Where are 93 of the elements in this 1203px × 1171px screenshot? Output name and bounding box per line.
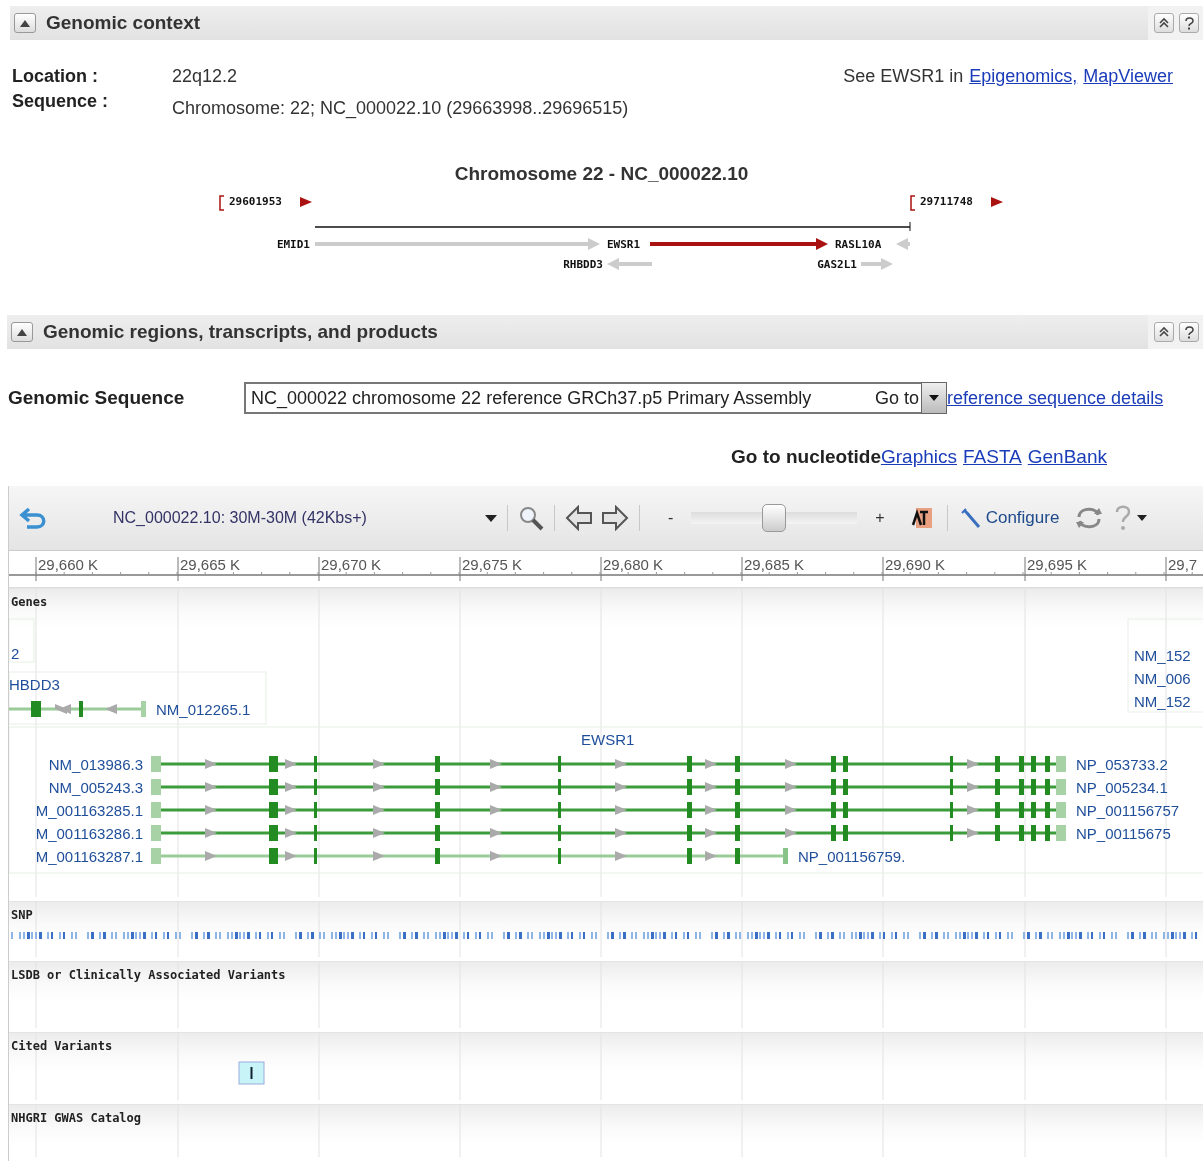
field-label: Sequence : bbox=[12, 91, 110, 112]
transcript-model[interactable] bbox=[151, 779, 1066, 795]
ruler-label: 29,7 bbox=[1168, 556, 1198, 573]
zoom-in-button[interactable]: + bbox=[875, 509, 885, 527]
field-label: Go to nucleotide bbox=[731, 446, 881, 468]
help-button[interactable] bbox=[1179, 322, 1199, 342]
double-chevron-icon bbox=[1158, 17, 1170, 29]
track-title: SNP bbox=[11, 908, 33, 922]
transcript-label[interactable]: M_001163285.1 bbox=[35, 802, 143, 819]
track-title: NHGRI GWAS Catalog bbox=[11, 1111, 142, 1125]
variant-marker-icon[interactable] bbox=[238, 1061, 265, 1085]
transcript-label[interactable]: NM_152 bbox=[1134, 693, 1191, 710]
gene-label[interactable]: HBDD3 bbox=[9, 676, 60, 693]
sequence-select[interactable]: NC_000022 chromosome 22 reference GRCh37.p5 Primary Assembly Go to bbox=[244, 382, 947, 414]
link[interactable]: GenBank bbox=[1027, 446, 1107, 468]
track-title: Genes bbox=[11, 595, 48, 609]
collapse-all-button[interactable] bbox=[1154, 13, 1174, 33]
caret-icon[interactable] bbox=[485, 514, 497, 522]
ruler-label: 29,675 K bbox=[462, 556, 523, 573]
ruler-label: 29,660 K bbox=[38, 556, 99, 573]
ruler-label: 29,665 K bbox=[180, 556, 241, 573]
transcript-model[interactable] bbox=[151, 756, 1066, 772]
field-value: 22q12.2 bbox=[172, 66, 239, 87]
chromosome-title: Chromosome 22 - NC_000022.10 bbox=[453, 163, 750, 185]
gene-label: EWSR1 bbox=[607, 238, 641, 251]
transcript-label[interactable]: NM_005243.3 bbox=[48, 779, 143, 796]
section-title: Genomic regions, transcripts, and products bbox=[43, 321, 439, 343]
link-prefix: See EWSR1 in bbox=[843, 66, 964, 87]
transcript-label[interactable]: NP_001156757 bbox=[1076, 802, 1180, 819]
collapse-button[interactable] bbox=[11, 322, 33, 342]
field-label: Genomic Sequence bbox=[8, 387, 186, 409]
bracket-icon bbox=[910, 195, 916, 211]
collapse-button[interactable] bbox=[14, 13, 36, 33]
help-button[interactable] bbox=[1179, 13, 1199, 33]
transcript-label[interactable]: NM_012265.1 bbox=[156, 701, 251, 718]
flag-icon bbox=[300, 197, 312, 207]
transcript-model[interactable] bbox=[9, 701, 146, 717]
gene-label: EMID1 bbox=[276, 238, 310, 251]
gene-label[interactable]: EWSR1 bbox=[581, 731, 635, 748]
bracket-icon bbox=[219, 195, 225, 211]
ruler-label: 29,685 K bbox=[744, 556, 805, 573]
back-icon[interactable] bbox=[19, 506, 47, 530]
gene-label: GAS2L1 bbox=[817, 258, 857, 271]
transcript-label[interactable]: NM_006 bbox=[1134, 670, 1191, 687]
triangle-up-icon bbox=[16, 327, 28, 337]
transcript-label[interactable]: NP_001156759. bbox=[798, 848, 906, 865]
gene-label[interactable]: 2 bbox=[11, 645, 20, 662]
transcript-label[interactable]: M_001163286.1 bbox=[35, 825, 143, 842]
gene-label: RHBDD3 bbox=[563, 258, 603, 271]
transcript-label[interactable]: NM_013986.3 bbox=[48, 756, 143, 773]
zoom-out-button[interactable]: - bbox=[668, 509, 674, 527]
transcript-model[interactable] bbox=[151, 825, 1066, 841]
collapse-all-button[interactable] bbox=[1154, 322, 1174, 342]
transcript-model[interactable] bbox=[151, 802, 1066, 818]
caret-icon[interactable] bbox=[1137, 515, 1148, 521]
transcript-model[interactable] bbox=[151, 848, 788, 864]
start-coordinate: 29601953 bbox=[229, 195, 282, 208]
link[interactable]: MapViewer bbox=[1083, 66, 1173, 87]
link[interactable]: FASTA bbox=[963, 446, 1022, 468]
link[interactable]: reference sequence details bbox=[947, 387, 1164, 409]
transcript-label[interactable]: NP_00115675 bbox=[1076, 825, 1171, 842]
track-title: LSDB or Clinically Associated Variants bbox=[11, 968, 286, 982]
transcript-label[interactable]: M_001163287.1 bbox=[35, 848, 143, 865]
help-icon bbox=[1183, 325, 1195, 339]
triangle-up-icon bbox=[19, 18, 31, 28]
ruler-label: 29,690 K bbox=[885, 556, 946, 573]
arrow-right-icon[interactable] bbox=[601, 505, 629, 531]
dropdown-icon bbox=[921, 382, 947, 414]
help-icon bbox=[1183, 16, 1195, 30]
refresh-icon[interactable] bbox=[1075, 505, 1104, 531]
transcript-label[interactable]: NP_005234.1 bbox=[1076, 779, 1168, 796]
field-value: Chromosome: 22; NC_000022.10 (29663998..29696515) bbox=[172, 98, 630, 119]
ruler-label: 29,695 K bbox=[1027, 556, 1088, 573]
transcript-label[interactable]: NM_152 bbox=[1134, 647, 1191, 664]
double-chevron-icon bbox=[1158, 326, 1170, 338]
wrench-icon bbox=[959, 507, 982, 529]
transcript-label[interactable]: NP_053733.2 bbox=[1076, 756, 1168, 773]
flag-icon bbox=[991, 197, 1003, 207]
search-icon[interactable] bbox=[518, 505, 544, 531]
ruler-label: 29,680 K bbox=[603, 556, 664, 573]
section-title: Genomic context bbox=[46, 12, 202, 34]
location-label[interactable]: NC_000022.10: 30M-30M (42Kbs+) bbox=[113, 509, 485, 527]
configure-button[interactable]: Configure bbox=[959, 507, 1060, 529]
track-title: Cited Variants bbox=[11, 1039, 113, 1053]
slider-thumb[interactable] bbox=[762, 504, 787, 532]
gene-label: RASL10A bbox=[835, 238, 882, 251]
link[interactable]: Epigenomics, bbox=[969, 66, 1078, 87]
ruler-label: 29,670 K bbox=[321, 556, 382, 573]
field-label: Location : bbox=[12, 66, 99, 87]
link[interactable]: Graphics bbox=[880, 446, 957, 468]
arrow-left-icon[interactable] bbox=[565, 505, 593, 531]
end-coordinate: 29711748 bbox=[920, 195, 973, 208]
gene-arrow[interactable] bbox=[650, 238, 828, 250]
